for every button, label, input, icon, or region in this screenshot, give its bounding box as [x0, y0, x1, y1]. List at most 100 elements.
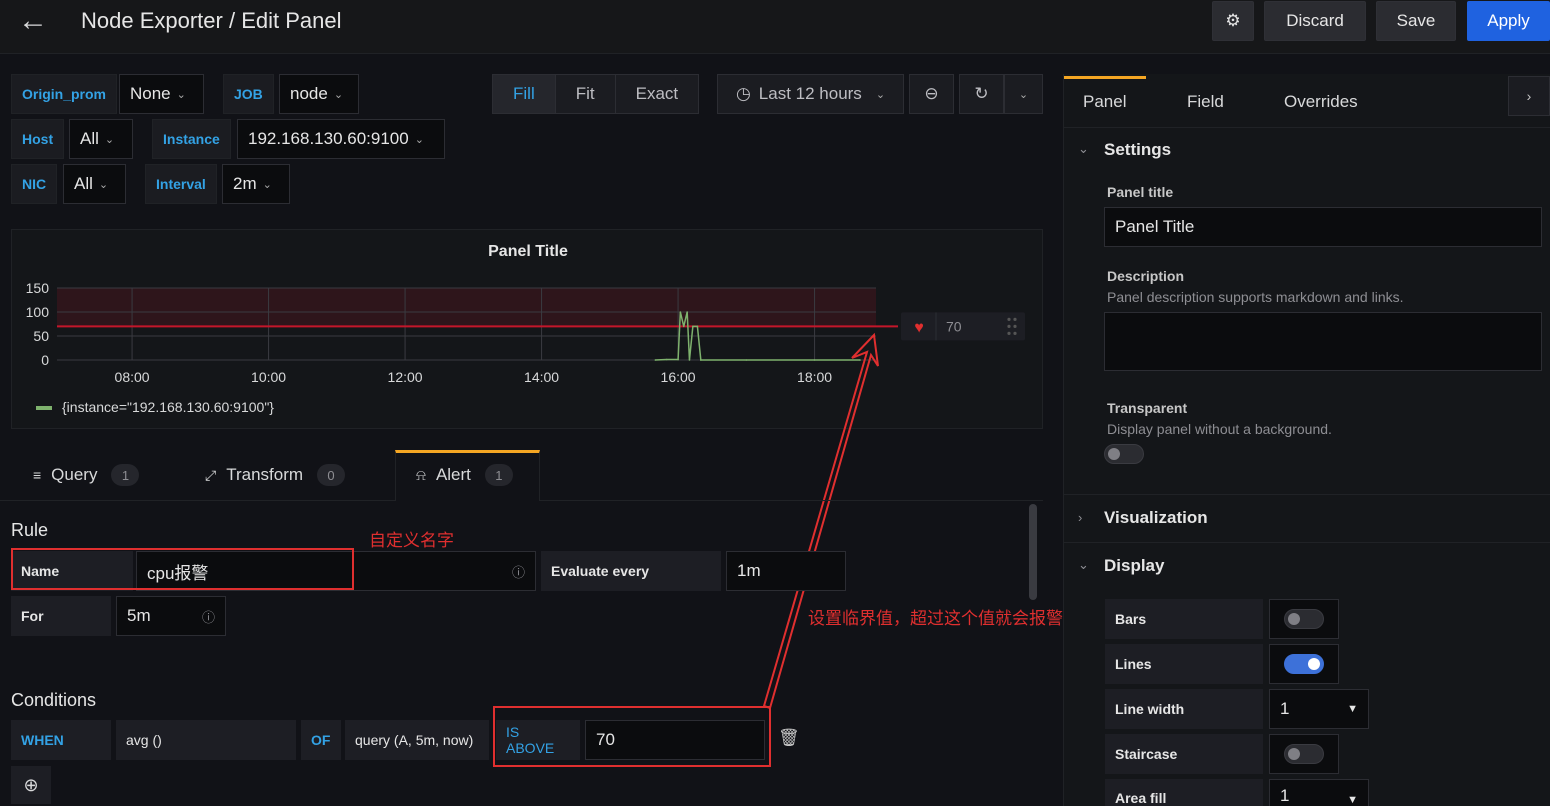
data-point — [859, 359, 861, 361]
chevron-down-icon: ⌄ — [414, 133, 424, 146]
lines-toggle-box — [1269, 644, 1339, 684]
page-title: Node Exporter / Edit Panel — [81, 8, 342, 33]
chart-title: Panel Title — [488, 243, 568, 260]
chevron-right-icon[interactable]: › — [1508, 76, 1550, 116]
line-width-label: Line width — [1105, 689, 1263, 729]
time-range-label: Last 12 hours — [758, 84, 862, 103]
chevron-down-icon[interactable]: ⌄ — [1078, 141, 1089, 157]
options-tab-panel[interactable]: Panel — [1083, 76, 1126, 128]
variable-label-instance: Instance — [152, 119, 231, 159]
bell-icon: ⍾ — [416, 466, 426, 484]
variable-value: 2m — [233, 174, 257, 193]
gear-icon[interactable]: ⚙ — [1212, 1, 1254, 41]
data-point — [692, 325, 694, 328]
variable-select-nic[interactable]: All ⌄ — [63, 164, 126, 204]
drag-handle-icon — [1013, 324, 1017, 328]
bars-toggle[interactable] — [1284, 609, 1324, 629]
for-label: For — [11, 596, 111, 636]
variable-select-interval[interactable]: 2m ⌄ — [222, 164, 290, 204]
caret-down-icon: ▼ — [1347, 703, 1358, 715]
annotation-name-note: 自定义名字 — [369, 531, 454, 550]
transparent-toggle[interactable] — [1104, 444, 1144, 464]
view-mode-fit[interactable]: Fit — [556, 75, 616, 113]
tab-count: 1 — [484, 464, 513, 486]
view-mode-toggle: Fill Fit Exact — [492, 74, 700, 114]
variable-select-host[interactable]: All ⌄ — [69, 119, 133, 159]
save-button[interactable]: Save — [1376, 1, 1456, 41]
apply-button[interactable]: Apply — [1467, 1, 1550, 41]
settings-section-title[interactable]: Settings — [1104, 140, 1171, 160]
area-fill-select[interactable]: 1 ▼ — [1269, 779, 1369, 806]
chevron-down-icon: ⌄ — [1018, 88, 1029, 101]
tab-transform[interactable]: ⤢ Transform 0 — [205, 450, 346, 500]
time-range-picker[interactable]: ◷ Last 12 hours ⌄ — [717, 74, 904, 114]
threshold-region — [57, 288, 876, 327]
visualization-divider — [1064, 542, 1550, 543]
drag-handle-icon — [1007, 331, 1011, 335]
condition-query-select[interactable]: query (A, 5m, now) — [345, 720, 489, 760]
editor-scrollbar[interactable] — [1029, 504, 1037, 600]
variable-select-job[interactable]: node ⌄ — [279, 74, 359, 114]
panel-title-input[interactable]: Panel Title — [1104, 207, 1542, 247]
x-tick-label: 18:00 — [797, 369, 832, 385]
y-tick-label: 100 — [26, 304, 50, 320]
variable-label-interval: Interval — [145, 164, 217, 204]
threshold-handle-value: 70 — [946, 318, 962, 334]
data-point — [745, 359, 748, 361]
discard-button[interactable]: Discard — [1264, 1, 1366, 41]
line-width-select[interactable]: 1 ▼ — [1269, 689, 1369, 729]
data-point — [665, 358, 668, 361]
data-point — [688, 359, 691, 361]
variable-label-nic: NIC — [11, 164, 58, 204]
options-tab-field[interactable]: Field — [1187, 76, 1224, 128]
annotation-threshold-note: 设置临界值，超过这个值就会报警 — [808, 609, 1063, 628]
arrow-left-icon[interactable]: ← — [18, 6, 48, 36]
add-condition-icon[interactable]: ⊕ — [11, 766, 51, 804]
lines-toggle[interactable] — [1284, 654, 1324, 674]
for-value: 5m — [127, 606, 151, 625]
data-point — [677, 358, 679, 361]
chevron-down-icon[interactable]: ⌄ — [1078, 557, 1089, 573]
variable-select-instance[interactable]: 192.168.130.60:9100 ⌄ — [237, 119, 445, 159]
tab-label: Alert — [435, 465, 471, 484]
data-point — [700, 359, 702, 361]
data-point — [654, 359, 657, 361]
chevron-right-icon[interactable]: › — [1078, 510, 1082, 525]
chevron-down-icon: ⌄ — [98, 178, 109, 191]
panel-title-label: Panel title — [1107, 184, 1174, 200]
staircase-toggle[interactable] — [1284, 744, 1324, 764]
condition-reducer-select[interactable]: avg () — [116, 720, 296, 760]
view-mode-fill[interactable]: Fill — [493, 75, 556, 113]
chevron-down-icon: ⌄ — [176, 88, 186, 101]
caret-down-icon: ▼ — [1347, 794, 1358, 806]
description-textarea[interactable] — [1104, 312, 1542, 371]
refresh-interval-dropdown[interactable]: ⌄ — [1004, 74, 1043, 114]
tab-query[interactable]: ≡ Query 1 — [33, 450, 140, 500]
options-tabs-divider — [1064, 127, 1550, 128]
options-tab-overrides[interactable]: Overrides — [1284, 76, 1358, 128]
annotation-threshold-box — [493, 706, 771, 767]
trash-icon[interactable]: 🗑 — [778, 728, 800, 748]
view-mode-exact[interactable]: Exact — [616, 75, 699, 113]
rule-section-title: Rule — [11, 520, 49, 540]
display-section-title[interactable]: Display — [1104, 556, 1164, 576]
visualization-section-title[interactable]: Visualization — [1104, 508, 1208, 528]
bars-toggle-box — [1269, 599, 1339, 639]
x-tick-label: 08:00 — [115, 369, 150, 385]
database-icon: ≡ — [33, 467, 42, 483]
tab-count: 0 — [317, 464, 346, 486]
x-tick-label: 16:00 — [661, 369, 696, 385]
zoom-out-icon[interactable]: ⊖ — [909, 74, 954, 114]
refresh-icon[interactable]: ↻ — [959, 74, 1004, 114]
for-input[interactable]: 5m ⓘ — [116, 596, 226, 636]
staircase-toggle-box — [1269, 734, 1339, 774]
evaluate-every-input[interactable]: 1m — [726, 551, 846, 591]
tab-count: 1 — [111, 464, 140, 486]
tab-alert[interactable]: ⍾ Alert 1 — [416, 450, 513, 500]
variable-label-origin-prom: Origin_prom — [11, 74, 118, 114]
line-width-value: 1 — [1280, 699, 1290, 718]
legend-label: {instance="192.168.130.60:9100"} — [62, 399, 274, 415]
drag-handle-icon — [1007, 324, 1011, 328]
variable-select-origin-prom[interactable]: None ⌄ — [119, 74, 204, 114]
panel-preview: Panel Title 08:00 10:00 12:00 14:00 16:00 18:0… — [11, 229, 1043, 429]
